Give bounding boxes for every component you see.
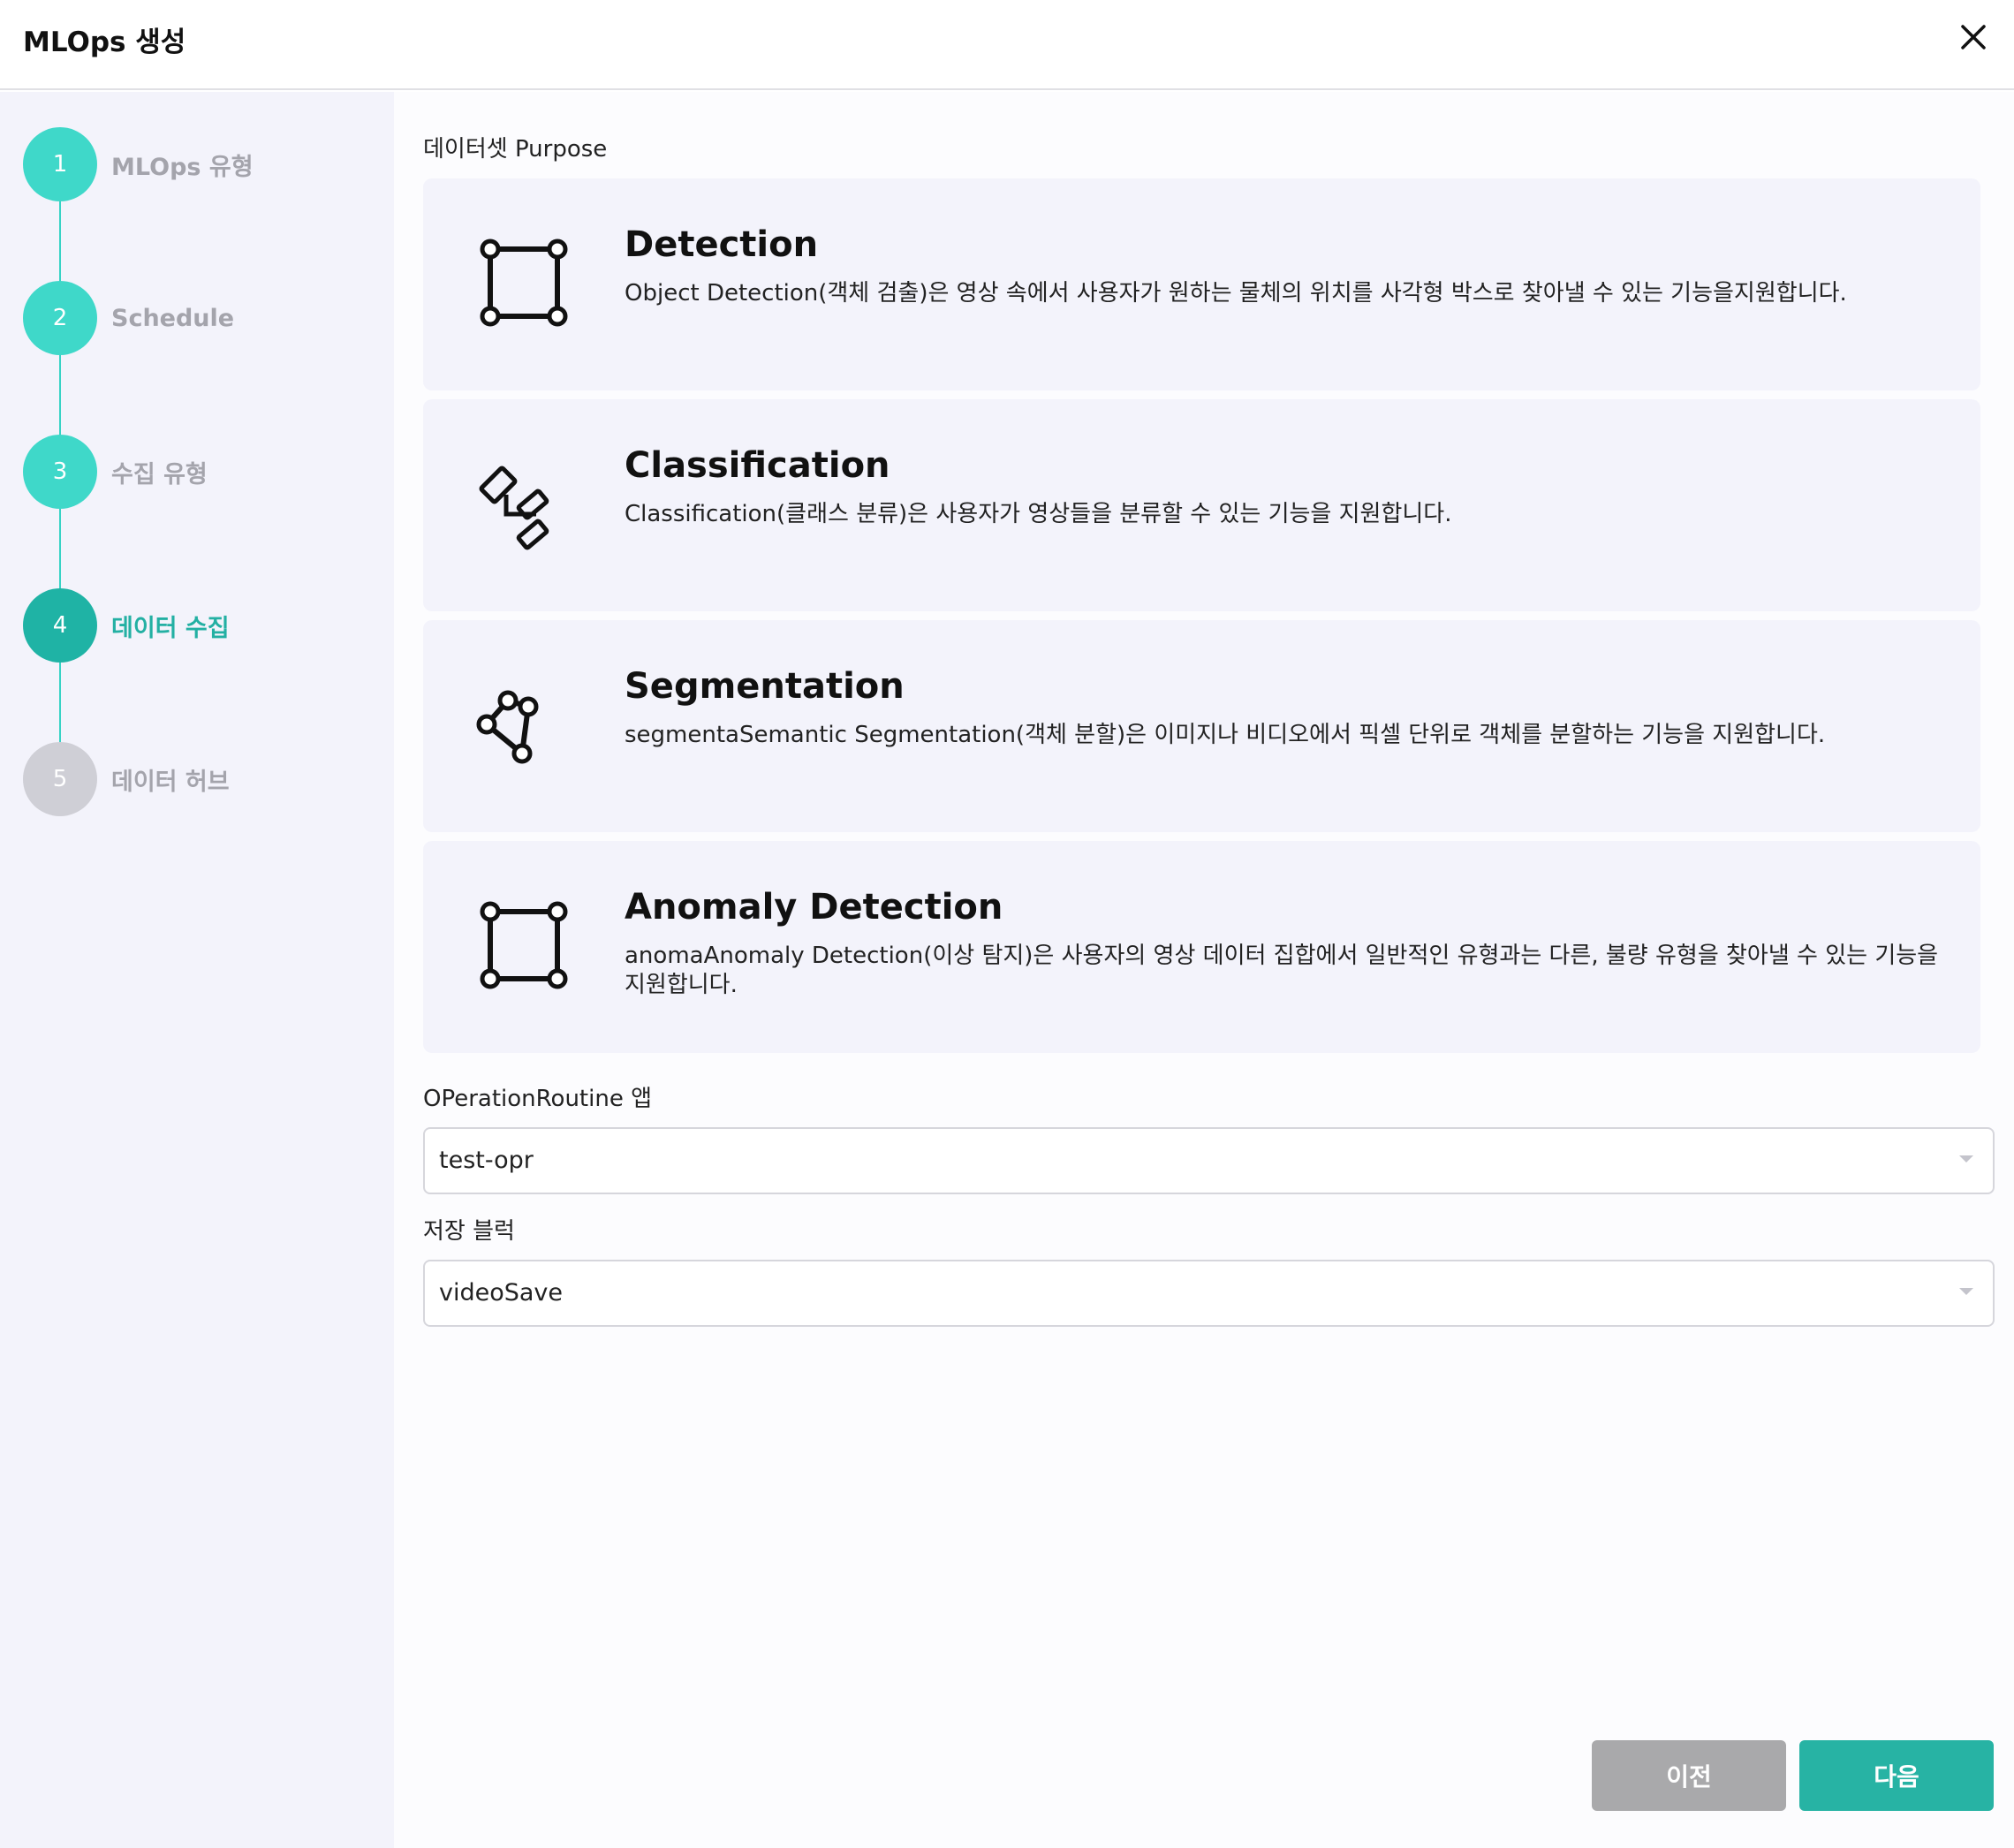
purpose-label: 데이터셋 Purpose <box>423 136 608 163</box>
step-number: 1 <box>23 127 97 201</box>
card-title: Segmentation <box>625 666 905 707</box>
chevron-down-icon <box>1959 1288 1973 1295</box>
operation-routine-label: OPerationRoutine 앱 <box>423 1086 652 1112</box>
step-label: 수집 유형 <box>111 460 208 489</box>
prev-button[interactable]: 이전 <box>1592 1740 1786 1811</box>
step-number: 5 <box>23 742 97 816</box>
card-title: Classification <box>625 445 890 486</box>
purpose-card-anomaly-detection[interactable]: Anomaly Detection anomaAnomaly Detection… <box>423 841 1980 1053</box>
close-icon <box>1961 25 1986 49</box>
step-label: MLOps 유형 <box>111 153 254 181</box>
bounding-box-icon <box>480 901 568 989</box>
step-schedule[interactable]: 2 Schedule <box>23 281 234 355</box>
storage-block-select[interactable]: videoSave <box>423 1260 1995 1327</box>
card-description: Classification(클래스 분류)은 사용자가 영상들을 분류할 수 … <box>625 501 1452 527</box>
step-connector <box>59 201 61 283</box>
step-number: 4 <box>23 588 97 663</box>
select-value: test-opr <box>439 1147 534 1174</box>
card-description: Object Detection(객체 검출)은 영상 속에서 사용자가 원하는… <box>625 280 1847 307</box>
polygon-icon <box>476 690 539 764</box>
step-label: Schedule <box>111 304 235 332</box>
next-button[interactable]: 다음 <box>1799 1740 1994 1811</box>
step-label: 데이터 허브 <box>111 768 230 796</box>
step-mlops-type[interactable]: 1 MLOps 유형 <box>23 127 254 201</box>
operation-routine-select[interactable]: test-opr <box>423 1127 1995 1194</box>
hierarchy-icon <box>479 466 549 550</box>
purpose-card-detection[interactable]: Detection Object Detection(객체 검출)은 영상 속에… <box>423 178 1980 390</box>
step-collection-type[interactable]: 3 수집 유형 <box>23 435 208 509</box>
card-description: segmentaSemantic Segmentation(객체 분할)은 이미… <box>625 722 1826 748</box>
select-value: videoSave <box>439 1279 564 1306</box>
step-connector <box>59 355 61 436</box>
purpose-card-classification[interactable]: Classification Classification(클래스 분류)은 사… <box>423 399 1980 611</box>
storage-block-label: 저장 블럭 <box>423 1218 515 1245</box>
chevron-down-icon <box>1959 1155 1973 1163</box>
step-number: 3 <box>23 435 97 509</box>
purpose-card-segmentation[interactable]: Segmentation segmentaSemantic Segmentati… <box>423 620 1980 832</box>
step-number: 2 <box>23 281 97 355</box>
step-connector <box>59 509 61 590</box>
card-description: anomaAnomaly Detection(이상 탐지)은 사용자의 영상 데… <box>625 943 1939 998</box>
card-title: Anomaly Detection <box>625 887 1003 928</box>
bounding-box-icon <box>480 239 568 327</box>
step-label: 데이터 수집 <box>111 614 230 642</box>
dialog-header: MLOps 생성 <box>0 0 2014 90</box>
dialog-title: MLOps 생성 <box>23 27 186 58</box>
card-title: Detection <box>625 224 819 265</box>
step-data-hub[interactable]: 5 데이터 허브 <box>23 742 230 816</box>
step-data-collection[interactable]: 4 데이터 수집 <box>23 588 230 663</box>
step-connector <box>59 663 61 744</box>
close-button[interactable] <box>1956 19 1991 55</box>
